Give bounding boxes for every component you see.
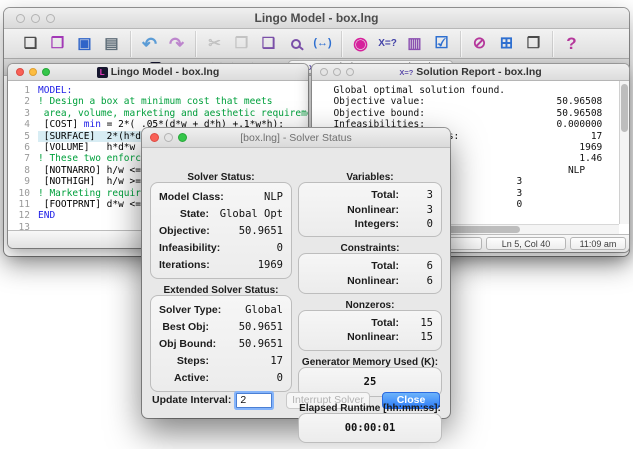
group-nonzeros: Nonzeros: Total: 15 Nonlinear: 15 bbox=[298, 300, 442, 351]
report-line: Objective value: 50.96508 bbox=[322, 96, 603, 108]
stat-value: 25 bbox=[363, 375, 377, 388]
group-label: Extended Solver Status: bbox=[163, 285, 279, 296]
solution-report-icon: X=? bbox=[399, 67, 414, 77]
solve-button[interactable]: ◉ bbox=[347, 32, 374, 56]
report-line: Objective bound: 50.96508 bbox=[322, 107, 603, 119]
paste-icon: ❑ bbox=[261, 35, 276, 52]
toolbar: ❏ ❒ ▣ ▤ ↶ ↷ ✂ ❐ ❑ (↔) ◉ X=? ▥ ☑ ⊘ ⊞ ❐? bbox=[4, 29, 629, 59]
new-file-button[interactable]: ❏ bbox=[17, 32, 44, 56]
match-paren-icon: (↔) bbox=[313, 37, 332, 49]
report-line: Global optimal solution found. bbox=[322, 85, 506, 96]
update-interval-label: Update Interval: bbox=[152, 394, 232, 406]
solution-button[interactable]: X=? bbox=[374, 32, 401, 56]
undo-button[interactable]: ↶ bbox=[136, 32, 163, 56]
stat-row: Total: 3 bbox=[371, 189, 433, 202]
close-all-windows-icon: ⊘ bbox=[472, 34, 487, 52]
group-label: Nonzeros: bbox=[345, 299, 395, 311]
stat-row: Steps: 17 bbox=[176, 354, 283, 367]
group-runtime: Elapsed Runtime [hh:mm:ss]: 00:00:01 bbox=[298, 403, 442, 443]
group-constraints: Constraints: Total: 6 Nonlinear: 6 bbox=[298, 243, 442, 294]
options-icon: ☑ bbox=[434, 34, 449, 52]
stat-row: Obj Bound: 50.9651 bbox=[159, 337, 283, 350]
cut-icon: ✂ bbox=[208, 35, 221, 52]
group-variables: Variables: Total: 3 Nonlinear: 3 Integers: 0 bbox=[298, 172, 442, 238]
group-label: Constraints: bbox=[340, 243, 400, 255]
stat-row: Best Obj: 50.9651 bbox=[162, 320, 283, 333]
model-window-title: L Lingo Model - box.lng bbox=[8, 66, 308, 78]
group-label: Variables: bbox=[346, 172, 394, 183]
update-interval-input[interactable] bbox=[236, 392, 273, 408]
report-window-title: X=? Solution Report - box.lng bbox=[399, 66, 542, 78]
print-icon: ▤ bbox=[104, 35, 119, 52]
group-label: Elapsed Runtime [hh:mm:ss]: bbox=[299, 402, 441, 414]
stat-row: Integers: 0 bbox=[354, 217, 433, 230]
dialog-titlebar: [box.lng] - Solver Status bbox=[142, 128, 450, 148]
code-line: 3 area, volume, marketing and aesthetic … bbox=[24, 107, 308, 119]
stat-row: Objective: 50.9651 bbox=[159, 224, 283, 237]
open-file-icon: ❒ bbox=[50, 35, 65, 52]
stat-row: Active: 0 bbox=[173, 371, 283, 384]
cascade-windows-icon: ❐ bbox=[526, 35, 541, 52]
save-icon: ▣ bbox=[77, 35, 92, 52]
redo-icon: ↷ bbox=[168, 33, 185, 54]
help-icon: ? bbox=[566, 34, 577, 53]
clock-indicator: 11:09 am bbox=[570, 237, 626, 250]
tile-windows-button[interactable]: ⊞ bbox=[493, 32, 520, 56]
close-all-windows-button[interactable]: ⊘ bbox=[466, 32, 493, 56]
main-titlebar: Lingo Model - box.lng bbox=[4, 8, 629, 29]
open-file-button[interactable]: ❒ bbox=[44, 32, 71, 56]
solution-icon: X=? bbox=[378, 37, 397, 49]
stat-row: Solver Type: Global bbox=[159, 303, 283, 316]
lingo-logo-icon: L bbox=[96, 66, 108, 78]
code-line: 1 MODEL: bbox=[24, 85, 73, 96]
stat-row: State: Global Opt bbox=[179, 207, 283, 220]
match-paren-button[interactable]: (↔) bbox=[309, 32, 336, 56]
group-label: Solver Status: bbox=[187, 172, 255, 183]
model-window-titlebar: L Lingo Model - box.lng bbox=[8, 64, 308, 81]
cut-button[interactable]: ✂ bbox=[201, 32, 228, 56]
stat-row: Nonlinear: 6 bbox=[347, 274, 433, 287]
stat-row: Nonlinear: 3 bbox=[347, 203, 433, 216]
stat-row: Iterations: 1969 bbox=[159, 258, 283, 271]
dialog-body: Solver Status: Model Class: NLP State: Globa… bbox=[142, 148, 450, 443]
undo-icon: ↶ bbox=[141, 33, 158, 54]
vertical-scrollbar[interactable] bbox=[619, 81, 629, 224]
solver-status-dialog: [box.lng] - Solver Status Solver Status:… bbox=[142, 128, 450, 443]
find-button[interactable] bbox=[282, 32, 309, 56]
print-button[interactable]: ▤ bbox=[98, 32, 125, 56]
copy-button[interactable]: ❐ bbox=[228, 32, 255, 56]
stat-value: 00:00:01 bbox=[344, 421, 396, 434]
vertical-scrollbar-thumb[interactable] bbox=[621, 84, 628, 132]
help-button[interactable]: ? bbox=[558, 32, 585, 56]
stat-row: Total: 15 bbox=[371, 317, 433, 330]
stat-row: Infeasibility: 0 bbox=[159, 241, 283, 254]
dialog-title: [box.lng] - Solver Status bbox=[240, 131, 352, 144]
options-button[interactable]: ☑ bbox=[428, 32, 455, 56]
chart-button[interactable]: ▥ bbox=[401, 32, 428, 56]
group-extended: Extended Solver Status: Solver Type: Globa… bbox=[150, 285, 292, 392]
tile-windows-icon: ⊞ bbox=[499, 34, 514, 52]
stat-row: Model Class: NLP bbox=[159, 190, 283, 203]
save-button[interactable]: ▣ bbox=[71, 32, 98, 56]
group-solver-status: Solver Status: Model Class: NLP State: Globa… bbox=[150, 172, 292, 279]
copy-icon: ❐ bbox=[234, 35, 249, 52]
cursor-position-indicator: Ln 5, Col 40 bbox=[486, 237, 566, 250]
main-window-title: Lingo Model - box.lng bbox=[254, 11, 379, 25]
group-label: Generator Memory Used (K): bbox=[301, 356, 439, 368]
new-file-icon: ❏ bbox=[23, 35, 38, 52]
redo-button[interactable]: ↷ bbox=[163, 32, 190, 56]
stat-row: Total: 6 bbox=[371, 260, 433, 273]
paste-button[interactable]: ❑ bbox=[255, 32, 282, 56]
chart-icon: ▥ bbox=[407, 35, 422, 52]
code-line: 2! Design a box at minimum cost that mee… bbox=[24, 96, 273, 108]
magnifier-icon bbox=[290, 38, 301, 49]
cascade-windows-button[interactable]: ❐ bbox=[520, 32, 547, 56]
screen: { "app": { "title": "Lingo Model - box.l… bbox=[0, 0, 633, 443]
report-window-titlebar: X=? Solution Report - box.lng bbox=[312, 64, 629, 81]
stat-row: Nonlinear: 15 bbox=[347, 331, 433, 344]
solve-icon: ◉ bbox=[353, 34, 368, 53]
